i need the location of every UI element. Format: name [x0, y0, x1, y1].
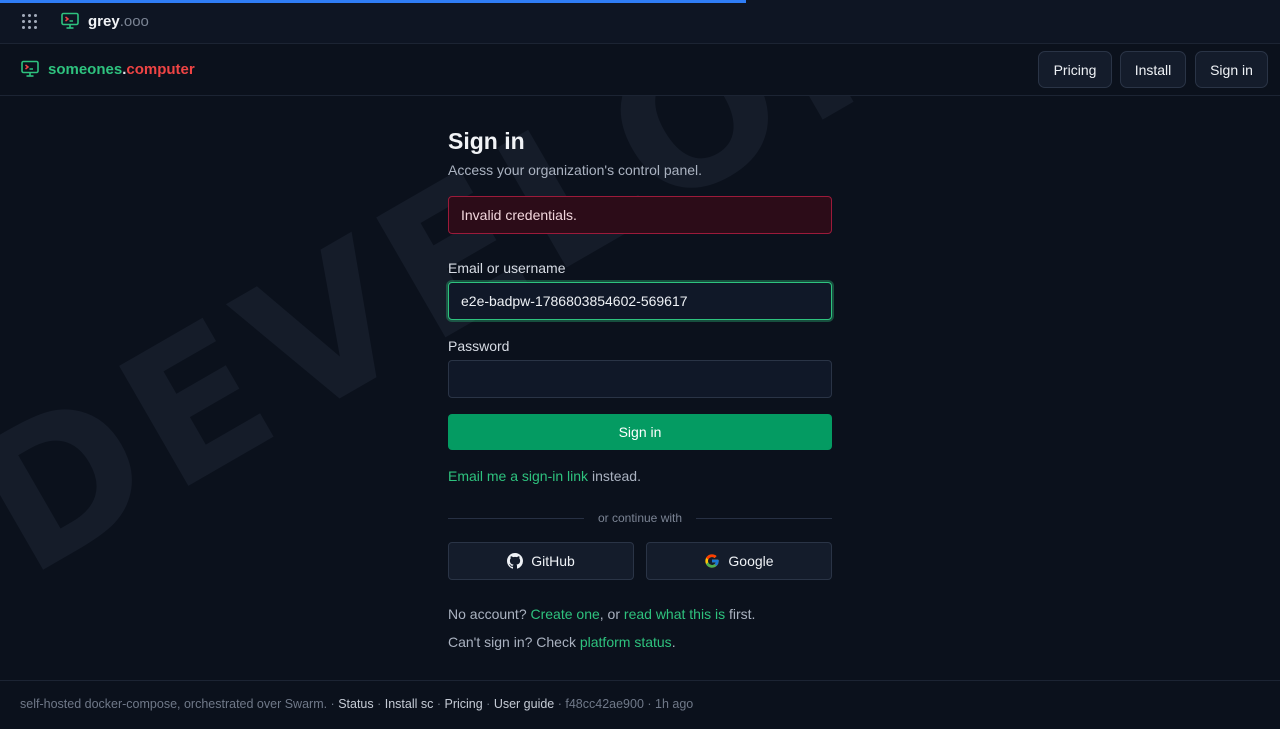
site-navbar: someones.computer Pricing Install Sign i… [0, 44, 1280, 96]
footer-row: self-hosted docker-compose, orchestrated… [20, 697, 693, 711]
github-label: GitHub [531, 553, 575, 569]
email-label: Email or username [448, 260, 566, 276]
nav-signin-button[interactable]: Sign in [1195, 51, 1268, 88]
site-brand-link[interactable]: someones.computer [48, 61, 195, 78]
google-button[interactable]: Google [646, 542, 832, 580]
error-alert: Invalid credentials. [448, 196, 832, 234]
top-brand-link[interactable]: grey.ooo [88, 13, 149, 30]
no-account-prefix: No account? [448, 606, 531, 622]
footer-sep: · [554, 697, 566, 711]
period-text: . [671, 634, 676, 650]
footer-sep: · [373, 697, 385, 711]
signin-submit-button[interactable]: Sign in [448, 414, 832, 450]
footer-status-link[interactable]: Status [338, 697, 373, 711]
platform-status-link[interactable]: platform status [580, 634, 672, 650]
google-label: Google [728, 553, 774, 569]
divider-text: or continue with [597, 511, 683, 525]
footer-sep: · [327, 697, 339, 711]
page-subtitle: Access your organization's control panel… [448, 162, 703, 178]
create-account-link[interactable]: Create one [531, 606, 600, 622]
footer-description: self-hosted docker-compose, orchestrated… [20, 697, 328, 711]
about-link[interactable]: read what this is [624, 606, 725, 622]
footer-commit-hash: f48cc42ae900 [565, 697, 644, 711]
or-text: , or [599, 606, 624, 622]
install-button[interactable]: Install [1120, 51, 1186, 88]
top-bar: grey.ooo [0, 0, 1280, 44]
first-text: first. [725, 606, 756, 622]
cant-signin-prefix: Can't sign in? Check [448, 634, 580, 650]
terminal-monitor-icon [21, 60, 39, 77]
footer-guide-link[interactable]: User guide [494, 697, 554, 711]
footer-sep: · [482, 697, 494, 711]
top-brand-tld: .ooo [119, 13, 149, 30]
pricing-button[interactable]: Pricing [1038, 51, 1112, 88]
google-icon [705, 554, 720, 568]
footer-build-age: 1h ago [655, 697, 694, 711]
page-footer: self-hosted docker-compose, orchestrated… [0, 680, 1280, 729]
no-account-row: No account? Create one, or read what thi… [448, 606, 755, 622]
footer-pricing-link[interactable]: Pricing [444, 697, 482, 711]
page-load-progress-bar [0, 0, 746, 3]
brand-part-2: computer [126, 61, 195, 78]
apps-grid-icon[interactable] [22, 14, 38, 30]
page-title: Sign in [448, 128, 525, 154]
brand-part-1: someones [48, 61, 123, 78]
email-field[interactable] [448, 282, 832, 320]
magic-link-suffix: instead. [588, 468, 641, 484]
github-icon [507, 553, 524, 569]
password-label: Password [448, 338, 510, 354]
cant-signin-row: Can't sign in? Check platform status. [448, 634, 676, 650]
password-field[interactable] [448, 360, 832, 398]
terminal-monitor-icon [61, 12, 79, 29]
github-button[interactable]: GitHub [448, 542, 634, 580]
magic-link-row: Email me a sign-in link instead. [448, 468, 641, 484]
magic-link[interactable]: Email me a sign-in link [448, 468, 588, 484]
footer-install-link[interactable]: Install sc [385, 697, 434, 711]
oauth-divider: or continue with [448, 510, 833, 526]
footer-sep: · [433, 697, 445, 711]
top-brand-name: grey [88, 13, 120, 30]
footer-sep: · [643, 697, 656, 711]
